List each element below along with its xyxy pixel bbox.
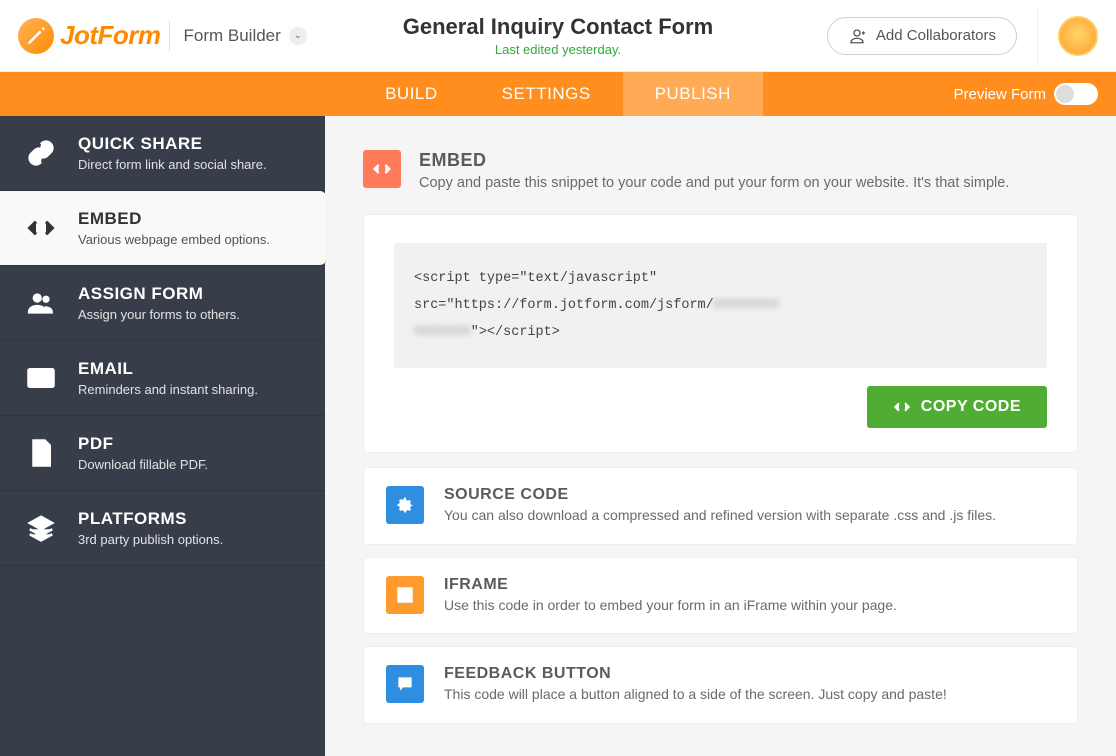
body: QUICK SHARE Direct form link and social s…	[0, 116, 1116, 756]
sidebar-item-title: EMAIL	[78, 359, 258, 379]
preview-toggle[interactable]	[1054, 83, 1098, 105]
top-header: JotForm Form Builder ⌄ General Inquiry C…	[0, 0, 1116, 72]
option-desc: You can also download a compressed and r…	[444, 506, 996, 526]
embed-desc: Copy and paste this snippet to your code…	[419, 173, 1009, 194]
embed-code-box[interactable]: <script type="text/javascript" src="http…	[394, 243, 1047, 368]
sidebar-item-desc: Various webpage embed options.	[78, 232, 270, 247]
sidebar-item-assign-form[interactable]: ASSIGN FORM Assign your forms to others.	[0, 266, 325, 341]
file-download-icon	[24, 438, 58, 468]
option-title: FEEDBACK BUTTON	[444, 665, 947, 683]
embed-intro: EMBED Copy and paste this snippet to you…	[363, 150, 1078, 194]
tab-build[interactable]: BUILD	[353, 72, 470, 116]
code-redacted: 0000000	[414, 319, 471, 346]
sidebar-item-title: ASSIGN FORM	[78, 284, 240, 304]
title-block: General Inquiry Contact Form Last edited…	[403, 14, 714, 57]
chevron-down-icon: ⌄	[289, 27, 307, 45]
main-panel: EMBED Copy and paste this snippet to you…	[325, 116, 1116, 756]
chat-icon	[386, 665, 424, 703]
code-line: "></script>	[471, 325, 560, 340]
people-icon	[24, 288, 58, 318]
logo-block[interactable]: JotForm	[18, 18, 161, 54]
tab-publish[interactable]: PUBLISH	[623, 72, 763, 116]
copy-code-label: COPY CODE	[921, 398, 1021, 416]
sidebar-item-desc: Assign your forms to others.	[78, 307, 240, 322]
app-selector[interactable]: Form Builder ⌄	[184, 26, 307, 46]
logo-text: JotForm	[60, 20, 161, 51]
logo-icon	[18, 18, 54, 54]
sidebar-item-title: QUICK SHARE	[78, 134, 267, 154]
copy-code-button[interactable]: COPY CODE	[867, 386, 1047, 428]
add-collaborators-button[interactable]: Add Collaborators	[827, 17, 1017, 55]
sidebar-item-embed[interactable]: EMBED Various webpage embed options.	[0, 191, 326, 266]
user-avatar[interactable]	[1058, 16, 1098, 56]
code-redacted: 00000000	[714, 292, 779, 319]
sidebar-item-title: PLATFORMS	[78, 509, 223, 529]
main-tabs-bar: BUILD SETTINGS PUBLISH Preview Form	[0, 72, 1116, 116]
embed-icon	[363, 150, 401, 188]
sidebar-item-desc: 3rd party publish options.	[78, 532, 223, 547]
sidebar-item-desc: Direct form link and social share.	[78, 157, 267, 172]
embed-code-card: <script type="text/javascript" src="http…	[363, 214, 1078, 453]
link-icon	[24, 138, 58, 168]
code-icon	[24, 213, 58, 243]
add-collaborators-label: Add Collaborators	[876, 27, 996, 44]
code-line: <script type="text/javascript"	[414, 271, 657, 286]
option-desc: This code will place a button aligned to…	[444, 685, 947, 705]
frame-icon	[386, 576, 424, 614]
sidebar-item-desc: Download fillable PDF.	[78, 457, 208, 472]
people-icon	[848, 27, 866, 45]
gear-icon	[386, 486, 424, 524]
code-line: src="https://form.jotform.com/jsform/	[414, 298, 714, 313]
sidebar-item-title: EMBED	[78, 209, 270, 229]
sidebar-item-quick-share[interactable]: QUICK SHARE Direct form link and social s…	[0, 116, 325, 191]
sidebar-item-platforms[interactable]: PLATFORMS 3rd party publish options.	[0, 491, 325, 566]
embed-title: EMBED	[419, 150, 1009, 171]
layers-icon	[24, 513, 58, 543]
sidebar-item-desc: Reminders and instant sharing.	[78, 382, 258, 397]
option-feedback-button[interactable]: FEEDBACK BUTTON This code will place a bu…	[363, 646, 1078, 724]
last-edited-label: Last edited yesterday.	[403, 42, 714, 57]
option-title: IFRAME	[444, 576, 897, 594]
header-right: Add Collaborators	[827, 6, 1098, 66]
sidebar-item-email[interactable]: EMAIL Reminders and instant sharing.	[0, 341, 325, 416]
sidebar-item-pdf[interactable]: PDF Download fillable PDF.	[0, 416, 325, 491]
preview-label: Preview Form	[953, 86, 1046, 103]
code-icon	[893, 398, 911, 416]
main-tabs: BUILD SETTINGS PUBLISH	[353, 72, 763, 116]
sidebar-item-title: PDF	[78, 434, 208, 454]
preview-form-control: Preview Form	[953, 83, 1116, 105]
divider	[1037, 6, 1038, 66]
option-iframe[interactable]: IFRAME Use this code in order to embed yo…	[363, 557, 1078, 635]
option-desc: Use this code in order to embed your for…	[444, 596, 897, 616]
publish-sidebar: QUICK SHARE Direct form link and social s…	[0, 116, 325, 756]
envelope-icon	[24, 363, 58, 393]
option-title: SOURCE CODE	[444, 486, 996, 504]
tab-settings[interactable]: SETTINGS	[470, 72, 623, 116]
app-selector-label: Form Builder	[184, 26, 281, 46]
option-source-code[interactable]: SOURCE CODE You can also download a compr…	[363, 467, 1078, 545]
form-title[interactable]: General Inquiry Contact Form	[403, 14, 714, 40]
divider	[169, 21, 170, 51]
